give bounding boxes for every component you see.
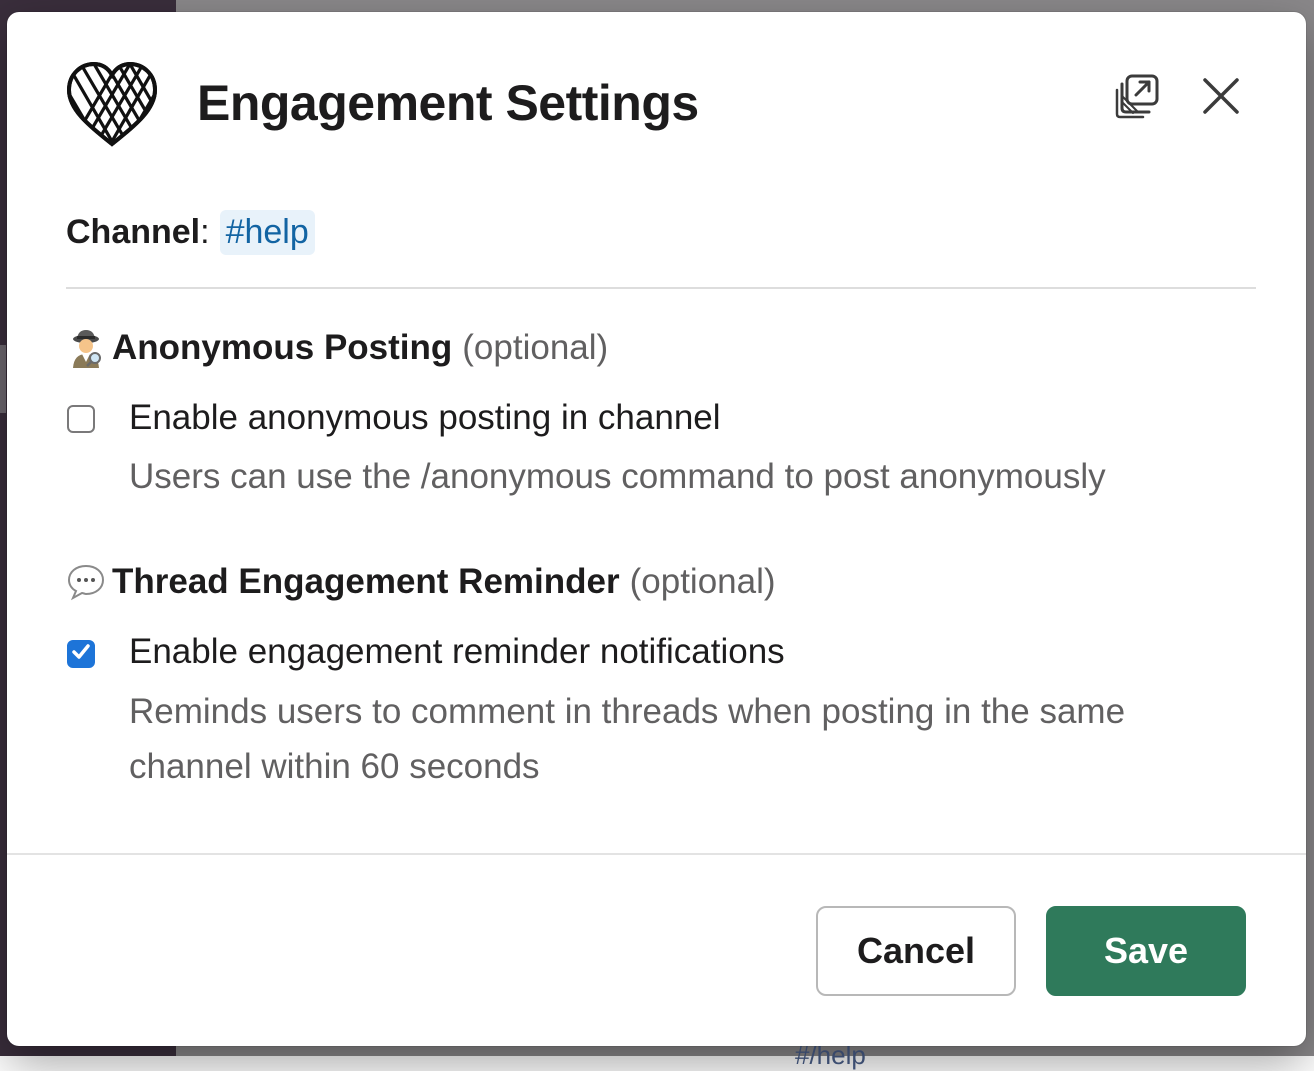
engagement-settings-modal: Engagement Settings Channel: #help Anon… bbox=[7, 12, 1306, 1046]
cancel-button[interactable]: Cancel bbox=[816, 906, 1016, 996]
channel-separator: : bbox=[200, 212, 210, 251]
anonymous-posting-option-label[interactable]: Enable anonymous posting in channel bbox=[129, 398, 721, 438]
engagement-reminder-checkbox[interactable] bbox=[67, 640, 95, 668]
checkmark-icon bbox=[70, 641, 92, 668]
save-button[interactable]: Save bbox=[1046, 906, 1246, 996]
modal-title: Engagement Settings bbox=[197, 75, 699, 131]
header-divider bbox=[66, 287, 1256, 289]
rope-heart-icon bbox=[65, 60, 159, 150]
detective-emoji-icon bbox=[66, 328, 106, 368]
close-icon bbox=[1202, 77, 1240, 120]
popout-window-icon bbox=[1113, 72, 1161, 125]
channel-label: Channel bbox=[66, 212, 201, 251]
section-thread-engagement-reminder: Thread Engagement Reminder (optional) bbox=[66, 558, 776, 606]
speech-bubble-emoji-icon bbox=[66, 562, 106, 602]
sidebar-edge bbox=[0, 345, 6, 413]
popout-button[interactable] bbox=[1109, 70, 1165, 126]
optional-label: (optional) bbox=[462, 328, 609, 367]
channel-row: Channel : #help bbox=[66, 208, 315, 256]
anonymous-posting-checkbox[interactable] bbox=[67, 405, 95, 433]
close-button[interactable] bbox=[1193, 70, 1249, 126]
engagement-reminder-option-label[interactable]: Enable engagement reminder notifications bbox=[129, 632, 785, 672]
section-title: Thread Engagement Reminder bbox=[112, 562, 620, 601]
modal-header: Engagement Settings bbox=[7, 12, 1306, 182]
section-anonymous-posting: Anonymous Posting (optional) bbox=[66, 324, 608, 372]
channel-link[interactable]: #help bbox=[219, 209, 315, 255]
anonymous-posting-description: Users can use the /anonymous command to … bbox=[129, 457, 1106, 496]
section-title: Anonymous Posting bbox=[112, 328, 453, 367]
footer-divider bbox=[7, 853, 1306, 855]
engagement-reminder-description: Reminds users to comment in threads when… bbox=[129, 692, 1126, 786]
optional-label: (optional) bbox=[629, 562, 776, 601]
